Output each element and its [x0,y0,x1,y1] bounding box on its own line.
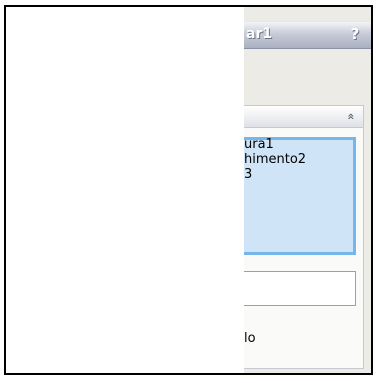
property-manager-title-bar: ar1 ? [244,21,371,49]
group-header: » [244,106,363,128]
selection-group-box: » ura1 himento2 3 lo [244,105,364,369]
value-input[interactable] [244,271,356,306]
window-frame: ar1 ? » ura1 himento2 3 lo [4,5,373,375]
selection-items: ura1 himento2 3 [244,137,306,182]
property-manager-panel: ar1 ? » ura1 himento2 3 lo [244,7,371,373]
help-button[interactable]: ? [345,24,365,44]
list-item[interactable]: himento2 [244,152,306,167]
option-label[interactable]: lo [244,331,256,346]
graphics-area[interactable] [6,7,244,373]
property-manager-title: ar1 [246,26,273,42]
list-item[interactable]: 3 [244,167,306,182]
list-item[interactable]: ura1 [244,137,306,152]
collapse-chevron-icon[interactable]: » [341,108,362,126]
